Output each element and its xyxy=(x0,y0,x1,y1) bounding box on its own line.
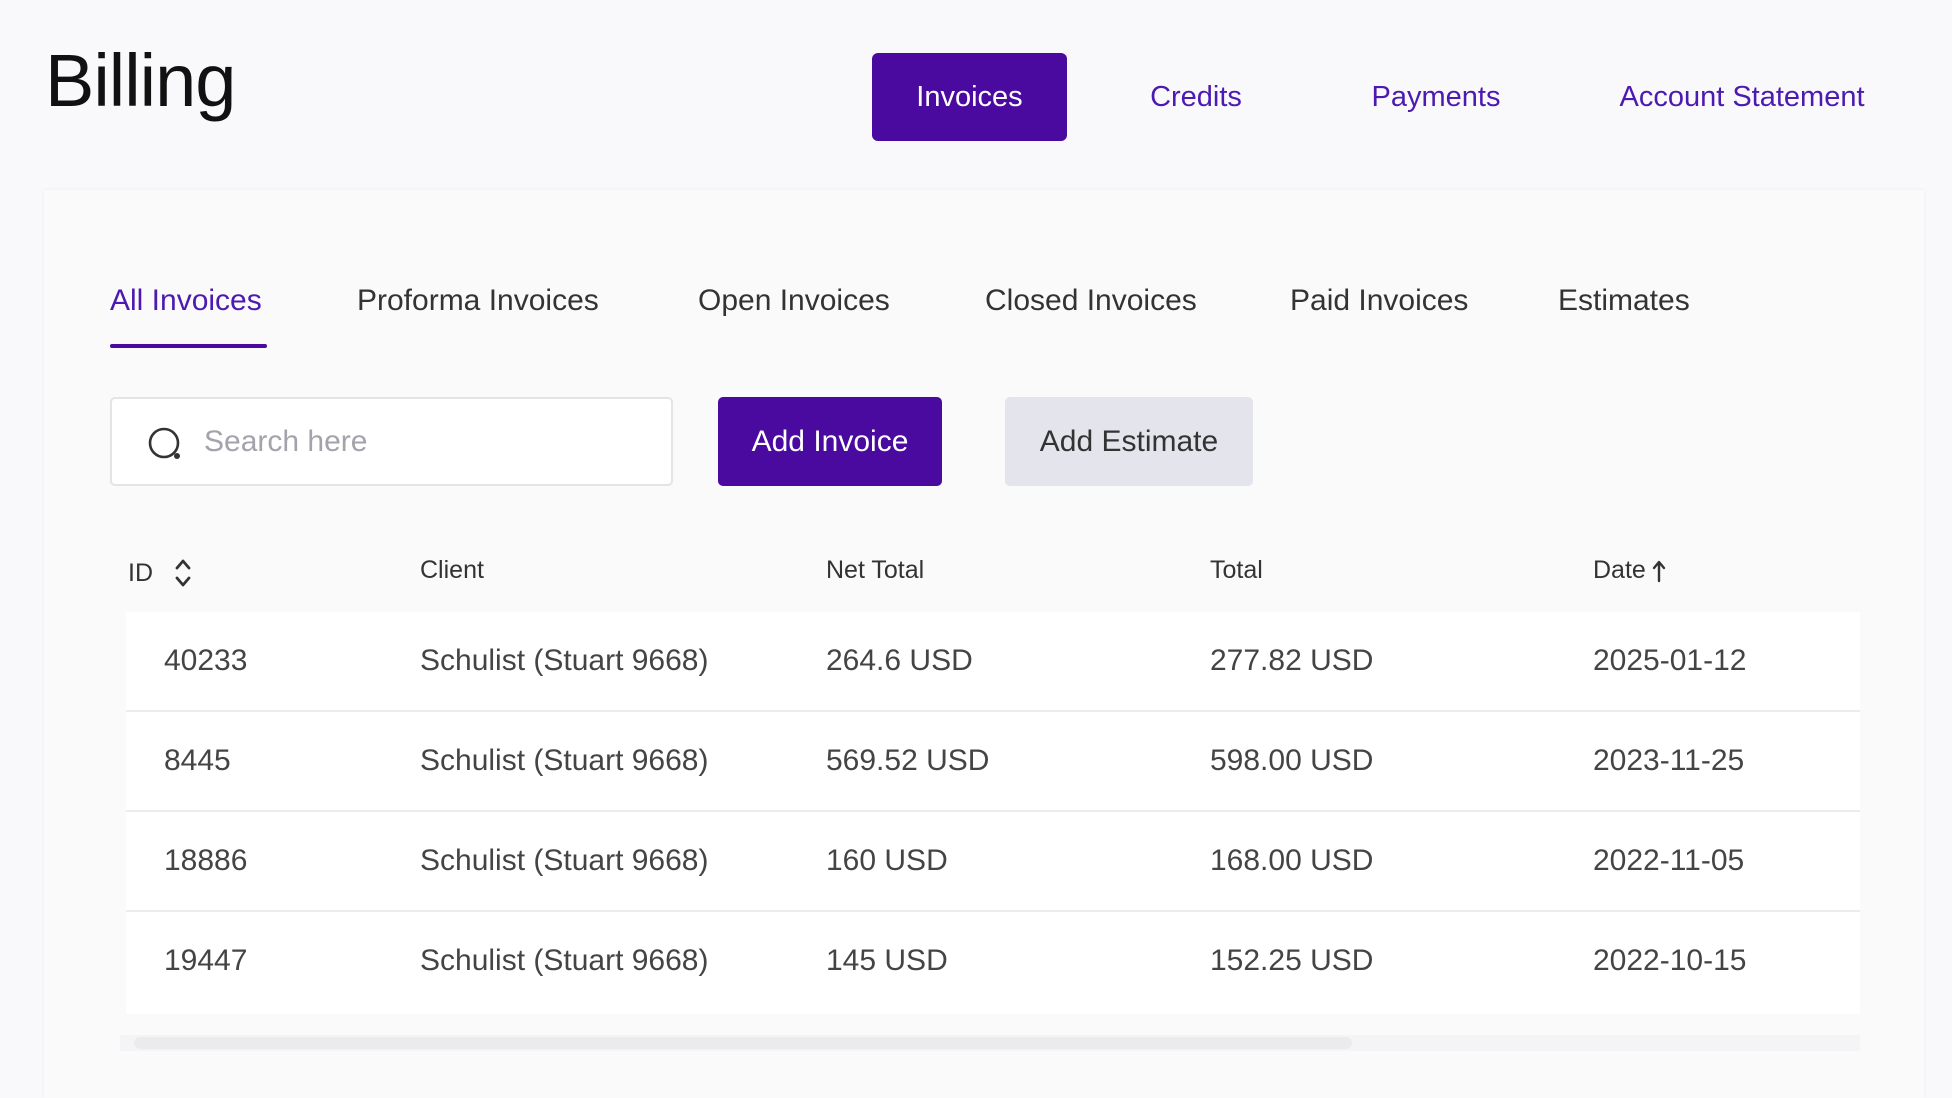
cell-id: 18886 xyxy=(164,844,248,877)
cell-date: 2022-10-15 xyxy=(1593,944,1747,977)
column-header-date-label: Date xyxy=(1593,556,1646,584)
cell-net-total: 264.6 USD xyxy=(826,644,973,677)
column-header-date[interactable]: Date xyxy=(1593,556,1666,585)
table-row[interactable]: 19447 Schulist (Stuart 9668) 145 USD 152… xyxy=(126,912,1860,1012)
cell-total: 152.25 USD xyxy=(1210,944,1374,977)
tab-account-statement[interactable]: Account Statement xyxy=(1608,53,1876,141)
scrollbar-thumb[interactable] xyxy=(134,1037,1352,1049)
invoices-table: 40233 Schulist (Stuart 9668) 264.6 USD 2… xyxy=(126,612,1860,1014)
cell-total: 598.00 USD xyxy=(1210,744,1374,777)
cell-date: 2022-11-05 xyxy=(1593,844,1745,877)
add-invoice-button[interactable]: Add Invoice xyxy=(718,397,942,486)
cell-net-total: 569.52 USD xyxy=(826,744,990,777)
subtab-estimates[interactable]: Estimates xyxy=(1558,284,1690,318)
horizontal-scrollbar[interactable] xyxy=(120,1035,1860,1051)
table-row[interactable]: 8445 Schulist (Stuart 9668) 569.52 USD 5… xyxy=(126,712,1860,812)
sort-ascending-icon xyxy=(1652,560,1666,582)
sort-icon xyxy=(175,559,191,587)
cell-client: Schulist (Stuart 9668) xyxy=(420,844,709,877)
cell-net-total: 160 USD xyxy=(826,844,948,877)
table-row[interactable]: 40233 Schulist (Stuart 9668) 264.6 USD 2… xyxy=(126,612,1860,712)
cell-client: Schulist (Stuart 9668) xyxy=(420,644,709,677)
subtab-proforma-invoices[interactable]: Proforma Invoices xyxy=(357,284,599,318)
cell-total: 168.00 USD xyxy=(1210,844,1374,877)
tab-invoices[interactable]: Invoices xyxy=(872,53,1067,141)
cell-date: 2023-11-25 xyxy=(1593,744,1745,777)
subtab-closed-invoices[interactable]: Closed Invoices xyxy=(985,284,1197,318)
cell-client: Schulist (Stuart 9668) xyxy=(420,744,709,777)
column-header-net-total[interactable]: Net Total xyxy=(826,556,924,585)
column-header-id-label: ID xyxy=(128,558,153,587)
subtab-open-invoices[interactable]: Open Invoices xyxy=(698,284,890,318)
cell-client: Schulist (Stuart 9668) xyxy=(420,944,709,977)
cell-total: 277.82 USD xyxy=(1210,644,1374,677)
add-estimate-button[interactable]: Add Estimate xyxy=(1005,397,1253,486)
search-icon xyxy=(148,427,180,459)
table-header: ID Client Net Total Total Date xyxy=(110,540,1860,610)
column-header-client[interactable]: Client xyxy=(420,556,484,585)
subtab-paid-invoices[interactable]: Paid Invoices xyxy=(1290,284,1468,318)
column-header-id[interactable]: ID xyxy=(128,556,193,590)
cell-id: 8445 xyxy=(164,744,231,777)
subtab-all-invoices[interactable]: All Invoices xyxy=(110,284,262,318)
page-title: Billing xyxy=(45,39,236,122)
cell-id: 40233 xyxy=(164,644,248,677)
active-subtab-indicator xyxy=(110,344,267,348)
column-header-total[interactable]: Total xyxy=(1210,556,1263,585)
tab-credits[interactable]: Credits xyxy=(1126,53,1266,141)
search-box xyxy=(110,397,673,486)
search-input[interactable] xyxy=(204,419,644,465)
cell-net-total: 145 USD xyxy=(826,944,948,977)
table-row[interactable]: 18886 Schulist (Stuart 9668) 160 USD 168… xyxy=(126,812,1860,912)
cell-id: 19447 xyxy=(164,944,248,977)
cell-date: 2025-01-12 xyxy=(1593,644,1747,677)
tab-payments[interactable]: Payments xyxy=(1356,53,1516,141)
